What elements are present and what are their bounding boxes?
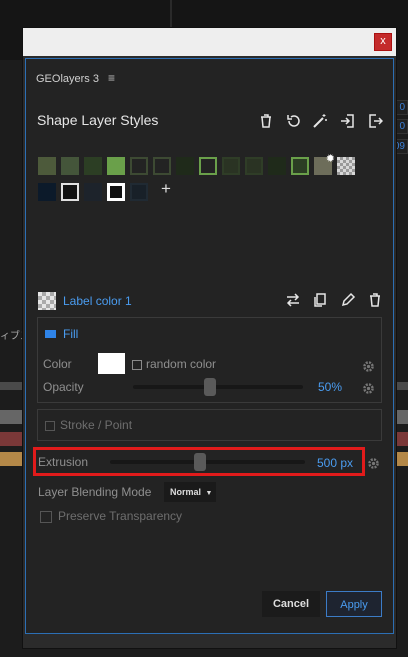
style-swatch[interactable] <box>245 157 263 175</box>
stroke-checkbox[interactable] <box>45 421 55 431</box>
trash-icon[interactable] <box>258 113 274 129</box>
label-toolbar <box>285 292 383 308</box>
style-swatch[interactable] <box>199 157 217 175</box>
style-toolbar <box>250 113 383 129</box>
gear-icon[interactable] <box>362 360 375 373</box>
stroke-section: Stroke / Point <box>37 409 382 441</box>
fill-color-chip <box>45 330 56 338</box>
fill-title[interactable]: Fill <box>63 327 78 341</box>
gear-icon[interactable] <box>367 457 380 470</box>
blending-mode-label: Layer Blending Mode <box>38 485 152 499</box>
add-swatch-button[interactable]: + <box>161 180 171 198</box>
style-swatch[interactable] <box>107 157 125 175</box>
dialog-titlebar[interactable]: x <box>23 28 396 56</box>
preserve-transparency-label: Preserve Transparency <box>58 509 183 523</box>
extrusion-highlight-box <box>33 447 365 476</box>
background-divider <box>170 0 172 27</box>
panel-header: GEOlayers 3 ≡ <box>36 71 115 85</box>
style-swatch[interactable] <box>130 183 148 201</box>
style-swatch[interactable] <box>222 157 240 175</box>
close-button[interactable]: x <box>374 33 392 51</box>
swap-icon[interactable] <box>285 292 301 308</box>
style-swatch[interactable] <box>107 183 125 201</box>
style-swatch[interactable] <box>84 157 102 175</box>
blending-mode-dropdown[interactable]: Normal ▼ <box>164 482 216 502</box>
random-color-label: random color <box>146 357 217 371</box>
hamburger-menu-icon[interactable]: ≡ <box>108 71 115 85</box>
style-swatch[interactable] <box>130 157 148 175</box>
style-swatch[interactable] <box>176 157 194 175</box>
chevron-down-icon: ▼ <box>205 490 213 497</box>
opacity-value[interactable]: 50% <box>318 380 342 394</box>
opacity-slider-track[interactable] <box>133 385 303 389</box>
blending-mode-value: Normal <box>170 487 202 497</box>
stroke-title[interactable]: Stroke / Point <box>60 418 132 432</box>
style-swatch[interactable] <box>38 157 56 175</box>
style-swatch[interactable] <box>61 157 79 175</box>
opacity-slider-knob[interactable] <box>204 378 216 396</box>
random-color-checkbox[interactable] <box>132 360 142 370</box>
undo-icon[interactable] <box>285 113 301 129</box>
fill-section: Fill Color random color Opacity 50% <box>37 317 382 403</box>
trash-icon[interactable] <box>367 292 383 308</box>
magic-wand-icon[interactable] <box>312 113 328 129</box>
panel-title: Shape Layer Styles <box>37 112 159 128</box>
cancel-button[interactable]: Cancel <box>262 591 320 617</box>
preserve-transparency-checkbox[interactable] <box>40 511 52 523</box>
gear-icon[interactable] <box>362 382 375 395</box>
style-swatch[interactable] <box>153 157 171 175</box>
label-color-title[interactable]: Label color 1 <box>63 294 132 308</box>
opacity-label: Opacity <box>43 380 84 394</box>
style-swatch[interactable] <box>84 183 102 201</box>
style-swatch[interactable] <box>337 157 355 175</box>
import-icon[interactable] <box>340 113 356 129</box>
app-name: GEOlayers 3 <box>36 73 99 85</box>
color-swatch[interactable] <box>98 353 125 374</box>
export-icon[interactable] <box>367 113 383 129</box>
style-swatch[interactable]: ✹ <box>314 153 335 175</box>
dialog-window: x GEOlayers 3 ≡ Shape Layer Styles ✹ + L… <box>22 27 397 649</box>
background-value-1: 0 <box>396 100 408 115</box>
style-swatch[interactable] <box>38 183 56 201</box>
pencil-icon[interactable] <box>340 292 356 308</box>
copy-icon[interactable] <box>312 292 328 308</box>
gear-icon: ✹ <box>325 153 335 165</box>
geolayers-panel: GEOlayers 3 ≡ Shape Layer Styles ✹ + Lab… <box>25 58 394 634</box>
apply-button[interactable]: Apply <box>326 591 382 617</box>
style-swatch[interactable] <box>61 183 79 201</box>
color-label: Color <box>43 357 72 371</box>
style-swatch[interactable] <box>268 157 286 175</box>
style-swatch[interactable] <box>291 157 309 175</box>
background-value-2: 0 <box>396 119 408 134</box>
label-color-thumbnail[interactable] <box>38 292 56 310</box>
label-color-row: Label color 1 <box>38 292 383 310</box>
